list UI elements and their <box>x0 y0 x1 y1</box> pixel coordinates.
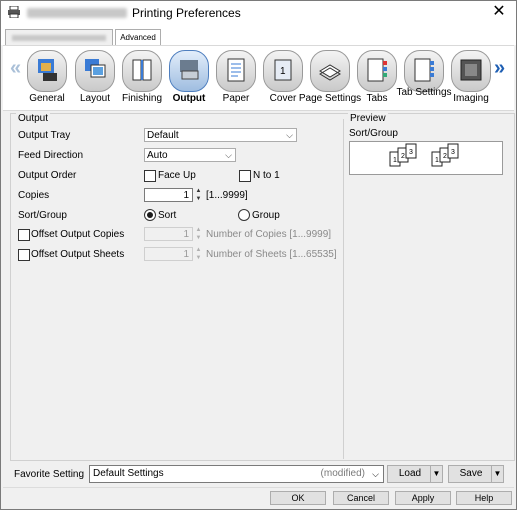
offset-copies-input[interactable]: 1 <box>144 227 193 241</box>
svg-text:1: 1 <box>280 66 286 77</box>
finishing-icon <box>132 59 152 81</box>
output-group-title: Output <box>16 113 51 124</box>
window-title: Printing Preferences <box>132 6 241 20</box>
n-to-1-checkbox[interactable] <box>239 170 251 182</box>
cancel-button[interactable]: Cancel <box>333 491 389 505</box>
sort-radio[interactable] <box>144 209 156 221</box>
category-icon-bar: « General Layout Finishing Output Paper … <box>3 45 514 111</box>
category-label: Imaging <box>453 93 489 104</box>
page-number-1: 1 <box>393 157 397 164</box>
offset-sheets-label: Offset Output Sheets <box>31 249 125 260</box>
page-settings-icon <box>319 64 341 81</box>
tabs-icon <box>367 58 387 82</box>
chevron-down-icon: ⌵ <box>286 130 293 140</box>
category-imaging[interactable]: Imaging <box>448 48 494 108</box>
copies-label: Copies <box>18 190 50 201</box>
page-number-1b: 1 <box>435 157 439 164</box>
group-radio[interactable] <box>238 209 250 221</box>
output-tray-label: Output Tray <box>18 130 71 141</box>
n-to-1-label: N to 1 <box>253 170 280 181</box>
preview-divider <box>343 119 344 459</box>
apply-button[interactable]: Apply <box>395 491 451 505</box>
save-button[interactable]: Save ▼ <box>448 465 504 483</box>
help-button[interactable]: Help <box>456 491 512 505</box>
feed-direction-label: Feed Direction <box>18 150 84 161</box>
tab-advanced[interactable]: Advanced <box>115 29 161 46</box>
printer-icon <box>8 6 20 18</box>
load-dropdown-arrow-icon[interactable]: ▼ <box>430 466 442 482</box>
page-number-2b: 2 <box>443 153 447 160</box>
face-up-checkbox[interactable] <box>144 170 156 182</box>
feed-direction-value: Auto <box>147 150 168 161</box>
save-dropdown-arrow-icon[interactable]: ▼ <box>491 466 503 482</box>
title-bar: Printing Preferences ✕ <box>1 1 516 25</box>
tab-settings-icon <box>414 58 434 82</box>
chevron-down-icon: ⌵ <box>225 150 232 160</box>
scroll-right-arrow-icon[interactable]: » <box>494 58 505 78</box>
general-icon <box>38 59 57 81</box>
imaging-icon <box>460 59 482 81</box>
offset-copies-stepper[interactable]: ▲ ▼ <box>194 226 203 242</box>
group-radio-label: Group <box>252 210 280 221</box>
copies-stepper[interactable]: ▲ ▼ <box>194 187 203 203</box>
ok-button[interactable]: OK <box>270 491 326 505</box>
tab-printer-redacted[interactable] <box>5 29 113 46</box>
page-number-3b: 3 <box>451 149 455 156</box>
copies-input[interactable]: 1 <box>144 188 193 202</box>
output-order-label: Output Order <box>18 170 77 181</box>
cover-icon: 1 <box>274 59 292 81</box>
sort-group-label: Sort/Group <box>18 210 67 221</box>
load-button[interactable]: Load ▼ <box>387 465 443 483</box>
offset-copies-checkbox[interactable] <box>18 229 30 241</box>
feed-direction-dropdown[interactable]: Auto ⌵ <box>144 148 236 162</box>
offset-copies-hint: Number of Copies [1...9999] <box>206 229 332 240</box>
favorite-setting-dropdown[interactable]: Default Settings (modified) ⌵ <box>89 465 384 483</box>
output-tray-icon <box>180 60 199 80</box>
page-number-2: 2 <box>401 153 405 160</box>
copies-range: [1...9999] <box>206 190 248 201</box>
sort-group-preview: 1 2 3 1 2 3 <box>349 141 503 175</box>
layout-icon <box>85 59 106 78</box>
offset-sheets-stepper[interactable]: ▲ ▼ <box>194 246 203 262</box>
sort-radio-label: Sort <box>158 210 177 221</box>
printer-name-redacted <box>27 8 127 18</box>
output-tray-value: Default <box>147 130 179 141</box>
collated-pages-icon: 1 2 3 1 2 3 <box>389 143 459 167</box>
favorite-setting-value: Default Settings <box>93 468 164 479</box>
output-tray-dropdown[interactable]: Default ⌵ <box>144 128 297 142</box>
printing-preferences-window: Printing Preferences ✕ Advanced « Genera… <box>0 0 517 510</box>
offset-sheets-input[interactable]: 1 <box>144 247 193 261</box>
category-tabs[interactable]: Tabs <box>354 48 400 108</box>
save-button-label: Save <box>459 468 483 479</box>
close-button[interactable]: ✕ <box>490 3 508 21</box>
scroll-left-arrow-icon[interactable]: « <box>10 58 21 78</box>
load-button-label: Load <box>398 468 422 479</box>
face-up-label: Face Up <box>158 170 196 181</box>
favorite-modified-text: (modified) <box>320 468 365 479</box>
footer-divider <box>3 487 514 488</box>
offset-copies-label: Offset Output Copies <box>31 229 125 240</box>
offset-sheets-checkbox[interactable] <box>18 249 30 261</box>
page-number-3: 3 <box>409 149 413 156</box>
tab-strip: Advanced <box>1 25 516 46</box>
paper-icon <box>227 58 245 82</box>
preview-group-title: Preview <box>348 113 388 124</box>
offset-sheets-hint: Number of Sheets [1...65535] <box>206 249 337 260</box>
preview-label: Sort/Group <box>349 128 398 139</box>
chevron-down-icon: ⌵ <box>372 469 379 479</box>
favorite-setting-label: Favorite Setting <box>14 469 85 480</box>
close-icon: ✕ <box>492 3 506 20</box>
